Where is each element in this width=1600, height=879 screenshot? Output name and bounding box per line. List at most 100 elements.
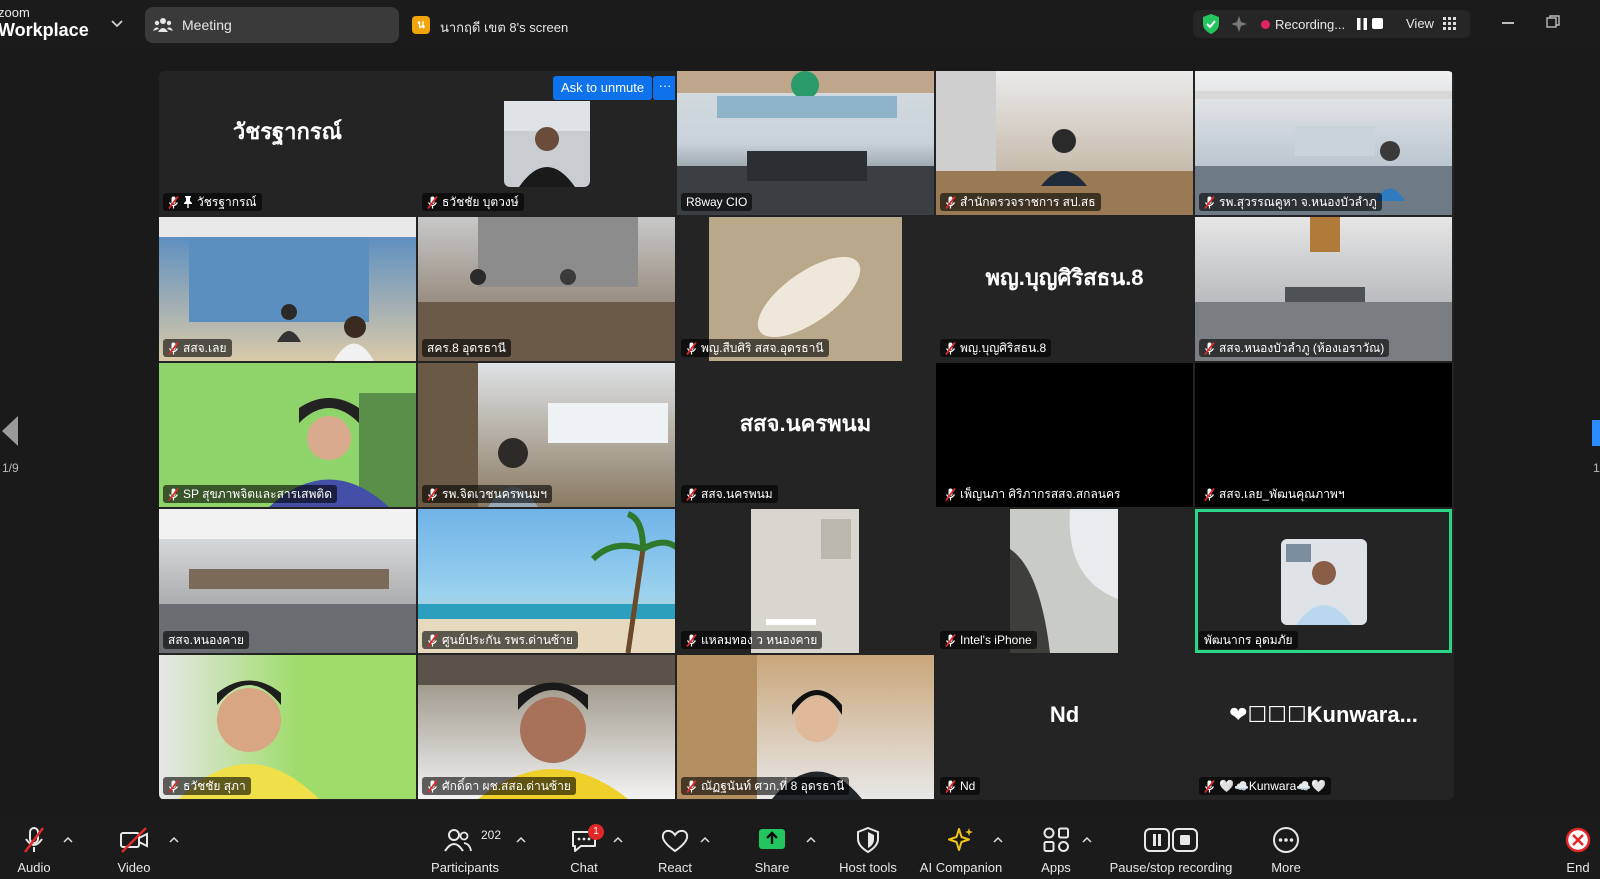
participant-tile-active-speaker[interactable]: พัฒนากร อุดมภัย (1195, 509, 1452, 653)
prev-page-icon[interactable] (2, 416, 18, 446)
participant-name-label: SP สุขภาพจิตและสารเสพติด (163, 485, 337, 503)
chevron-down-icon[interactable] (109, 15, 125, 31)
shield-check-icon[interactable] (1201, 13, 1221, 35)
participant-name-label: Intel's iPhone (940, 631, 1037, 649)
participant-tile[interactable]: Nd Nd (936, 655, 1193, 799)
participant-name-label: สสจ.เลย (163, 339, 232, 357)
apps-button[interactable]: Apps (1030, 816, 1082, 879)
shield-icon (857, 826, 879, 854)
react-label: React (658, 860, 692, 875)
participant-tile[interactable]: สสจ.หนองบัวลำภู (ห้องเอราวัณ) (1195, 217, 1452, 361)
participant-name-label: 🤍☁️Kunwara☁️🤍 (1199, 777, 1332, 795)
sparkle-icon[interactable] (1229, 14, 1249, 34)
participant-name-label: รพ.สุวรรณคูหา จ.หนองบัวลำภู (1199, 193, 1382, 211)
pause-stop-recording-button[interactable]: Pause/stop recording (1106, 816, 1236, 879)
apps-caret-icon[interactable] (1082, 836, 1092, 844)
participant-tile[interactable]: ธวัชชัย สุภา (159, 655, 416, 799)
participants-caret-icon[interactable] (516, 836, 526, 844)
participant-display-name: สสจ.นครพนม (739, 410, 872, 436)
participant-tile[interactable]: สสจ.หนองคาย (159, 509, 416, 653)
restore-button[interactable] (1546, 15, 1560, 29)
chat-caret-icon[interactable] (613, 836, 623, 844)
react-caret-icon[interactable] (700, 836, 710, 844)
participant-tile[interactable]: วัชรฐากรณ์ วัชรฐากรณ์ (159, 71, 416, 215)
pin-icon (184, 196, 192, 208)
participant-tile[interactable]: R8way CIO (677, 71, 934, 215)
view-button[interactable]: View (1406, 16, 1434, 31)
share-caret-icon[interactable] (806, 836, 816, 844)
more-label: More (1271, 860, 1301, 875)
ai-sparkle-icon (948, 828, 973, 851)
participant-name: Nd (960, 779, 976, 793)
participant-tile[interactable]: เพ็ญนภา ศิริภากรสสจ.สกลนคร (936, 363, 1193, 507)
video-options-caret-icon[interactable] (169, 836, 179, 844)
participant-tile[interactable]: SP สุขภาพจิตและสารเสพติด (159, 363, 416, 507)
participant-name: ศักดิ์ดา ผช.สสอ.ด่านซ้าย (442, 779, 571, 793)
host-tools-button[interactable]: Host tools (834, 816, 902, 879)
participant-tile[interactable]: แหลมทอง ว หนองคาย (677, 509, 934, 653)
participant-tile[interactable]: ❤☐☐☐Kunwara... 🤍☁️Kunwara☁️🤍 (1195, 655, 1452, 799)
end-call-icon (1565, 827, 1591, 853)
mic-muted-icon (945, 633, 956, 647)
host-tools-label: Host tools (839, 860, 897, 875)
minimize-button[interactable] (1502, 22, 1514, 24)
grid-icon[interactable] (1443, 17, 1456, 30)
share-button[interactable]: Share (748, 816, 796, 879)
participant-tile[interactable]: พญ.บุญศิริสธน.8 พญ.บุญศิริสธน.8 (936, 217, 1193, 361)
page-indicator-left: 1/9 (2, 461, 19, 475)
participant-tile[interactable]: สำนักตรวจราชการ สป.สธ (936, 71, 1193, 215)
participant-tile[interactable]: รพ.จิตเวชนครพนมฯ (418, 363, 675, 507)
participant-tile[interactable]: สสจ.เลย (159, 217, 416, 361)
ai-companion-label: AI Companion (919, 860, 1003, 875)
react-button[interactable]: React (650, 816, 700, 879)
share-badge: น (412, 16, 430, 34)
participant-name: สสจ.หนองคาย (168, 633, 244, 647)
participant-name: Intel's iPhone (960, 633, 1032, 647)
chat-unread-badge: 1 (588, 824, 604, 840)
participant-name-label: สคร.8 อุดรธานี (422, 339, 511, 357)
participant-name-label: สสจ.เลย_พัฒนคุณภาพฯ (1199, 485, 1350, 503)
tab-meeting[interactable]: Meeting (145, 7, 399, 43)
participant-tile[interactable]: ณัฏฐนันท์ ศวก.ที่ 8 อุดรธานี (677, 655, 934, 799)
participant-tile[interactable]: พญ.สืบศิริ สสจ.อุดรธานี (677, 217, 934, 361)
page-indicator-right: 1/ (1593, 461, 1600, 475)
recording-dot-icon (1261, 20, 1270, 29)
participant-tile[interactable]: สคร.8 อุดรธานี (418, 217, 675, 361)
video-button[interactable]: Video (108, 816, 160, 879)
video-thumbnail (504, 101, 590, 187)
participant-tile[interactable]: ศูนย์ประกัน รพร.ด่านซ้าย (418, 509, 675, 653)
mic-muted-icon (1204, 341, 1215, 355)
participants-button[interactable]: 202 Participants (428, 816, 502, 879)
tile-more-button[interactable]: ··· (653, 76, 675, 100)
stop-icon[interactable] (1372, 18, 1383, 29)
video-label: Video (117, 860, 151, 875)
participant-tile[interactable]: สสจ.เลย_พัฒนคุณภาพฯ (1195, 363, 1452, 507)
more-button[interactable]: More (1262, 816, 1310, 879)
participants-count: 202 (481, 828, 502, 842)
meeting-controls: Audio Video 202 Participants 1 Chat Reac… (0, 816, 1600, 879)
participant-tile[interactable]: Intel's iPhone (936, 509, 1193, 653)
heart-icon (661, 829, 689, 853)
end-meeting-button[interactable]: End (1560, 816, 1596, 879)
participant-tile[interactable]: ศักดิ์ดา ผช.สสอ.ด่านซ้าย (418, 655, 675, 799)
ai-companion-caret-icon[interactable] (993, 836, 1003, 844)
participant-tile-self[interactable]: Ask to unmute ··· ธวัชชัย บุตวงษ์ (418, 71, 675, 215)
ask-to-unmute-button[interactable]: Ask to unmute (553, 76, 653, 100)
chat-button[interactable]: 1 Chat (560, 816, 608, 879)
audio-button[interactable]: Audio (0, 816, 68, 879)
participant-name-label: ณัฏฐนันท์ ศวก.ที่ 8 อุดรธานี (681, 777, 850, 795)
next-page-button[interactable] (1592, 420, 1600, 446)
pause-icon[interactable] (1356, 18, 1368, 30)
audio-options-caret-icon[interactable] (63, 836, 73, 844)
ai-companion-button[interactable]: AI Companion (918, 816, 1004, 879)
participant-tile[interactable]: รพ.สุวรรณคูหา จ.หนองบัวลำภู (1195, 71, 1452, 215)
participant-name-label: รพ.จิตเวชนครพนมฯ (422, 485, 552, 503)
mic-muted-icon (945, 341, 956, 355)
participant-name: พัฒนากร อุดมภัย (1204, 633, 1293, 647)
participant-name-label: สสจ.หนองคาย (163, 631, 249, 649)
participant-name: ธวัชชัย บุตวงษ์ (442, 195, 519, 209)
brand-line1: zoom (0, 5, 30, 20)
participant-tile[interactable]: สสจ.นครพนม สสจ.นครพนม (677, 363, 934, 507)
participant-name: 🤍☁️Kunwara☁️🤍 (1219, 779, 1327, 793)
app-logo: zoom Workplace (0, 6, 89, 39)
